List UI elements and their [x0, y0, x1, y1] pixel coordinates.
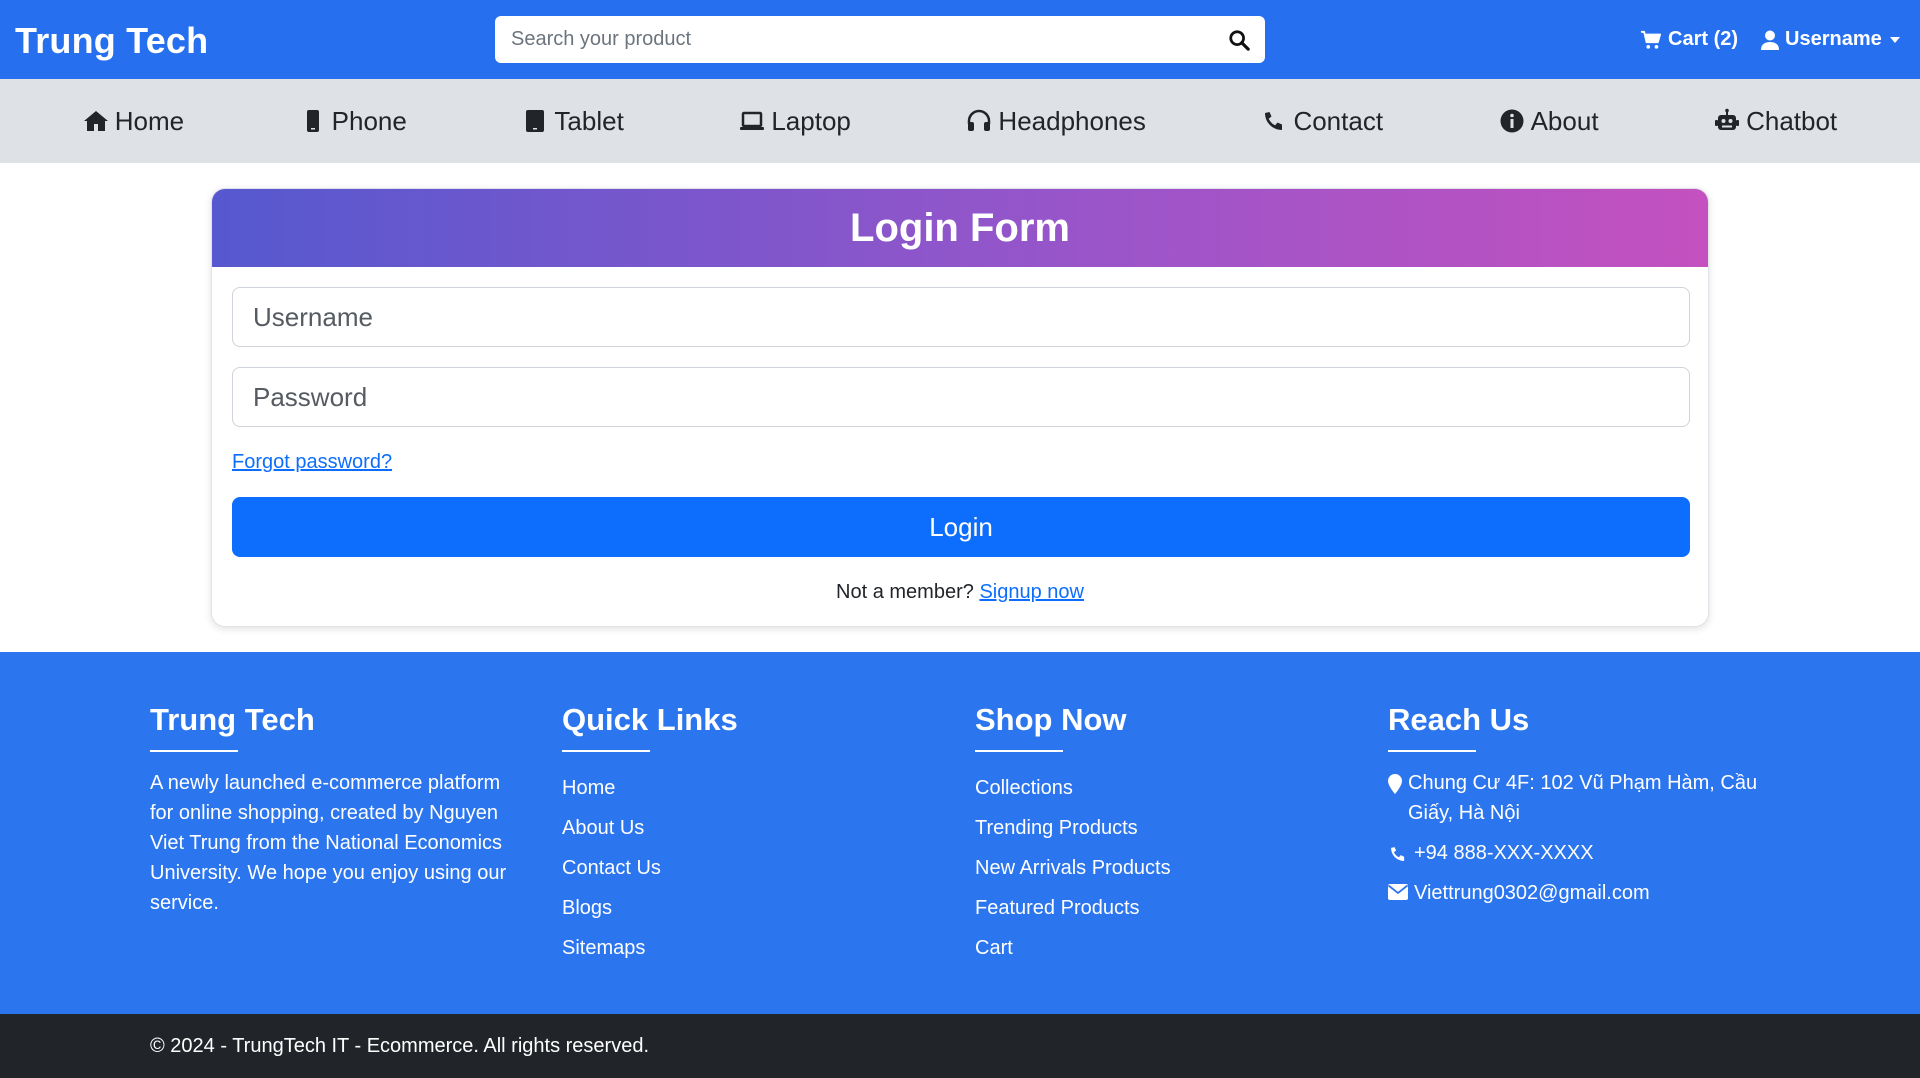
footer-link-trending-products[interactable]: Trending Products	[975, 808, 1345, 848]
cart-link[interactable]: Cart (2)	[1640, 28, 1738, 51]
footer-quick-links: Quick Links Home About Us Contact Us Blo…	[562, 702, 932, 968]
footer-shop-now: Shop Now Collections Trending Products N…	[975, 702, 1345, 968]
envelope-icon	[1388, 884, 1408, 900]
nav-item-label: Tablet	[554, 105, 624, 136]
map-marker-icon	[1388, 774, 1402, 794]
footer-shop-now-title: Shop Now	[975, 702, 1127, 737]
footer-link-featured-products[interactable]: Featured Products	[975, 888, 1345, 928]
headphones-icon	[968, 109, 991, 131]
signup-link[interactable]: Signup now	[979, 581, 1084, 603]
nav-item-phone[interactable]: Phone	[300, 106, 407, 137]
footer-link-blogs[interactable]: Blogs	[562, 888, 932, 928]
nav-item-chatbot[interactable]: Chatbot	[1714, 106, 1837, 137]
divider	[975, 750, 1063, 752]
footer-phone: +94 888-XXX-XXXX	[1388, 838, 1768, 868]
password-field[interactable]	[232, 367, 1690, 427]
divider	[1388, 750, 1476, 752]
nav-item-label: Contact	[1293, 105, 1384, 136]
footer-address-text: Chung Cư 4F: 102 Vũ Phạm Hàm, Cầu Giấy, …	[1408, 772, 1758, 824]
nav-item-label: Home	[114, 105, 185, 136]
footer-about-title: Trung Tech	[150, 702, 315, 737]
username-field[interactable]	[232, 287, 1690, 347]
footer-phone-text: +94 888-XXX-XXXX	[1414, 842, 1594, 864]
nav-item-label: Chatbot	[1746, 105, 1838, 136]
chevron-down-icon	[1889, 36, 1900, 43]
nav-item-label: Phone	[331, 105, 407, 136]
nav-item-label: Headphones	[998, 105, 1146, 136]
footer-about-text: A newly launched e-commerce platform for…	[150, 772, 507, 914]
nav-item-contact[interactable]: Contact	[1261, 106, 1383, 137]
search-bar	[495, 16, 1265, 63]
member-text: Not a member?	[836, 581, 974, 603]
footer: Trung Tech A newly launched e-commerce p…	[0, 652, 1920, 1014]
footer-link-new-arrivals[interactable]: New Arrivals Products	[975, 848, 1345, 888]
cart-icon	[1641, 30, 1661, 49]
nav-item-home[interactable]: Home	[83, 106, 184, 137]
nav-item-headphones[interactable]: Headphones	[966, 105, 1146, 137]
nav-item-label: Laptop	[771, 105, 851, 136]
footer-link-contact-us[interactable]: Contact Us	[562, 848, 932, 888]
footer-link-home[interactable]: Home	[562, 768, 932, 808]
user-icon	[1761, 30, 1779, 50]
top-header: Trung Tech Cart (2) Username	[0, 0, 1920, 79]
footer-link-cart[interactable]: Cart	[975, 928, 1345, 968]
nav-item-tablet[interactable]: Tablet	[522, 105, 624, 137]
footer-email-text: Viettrung0302@gmail.com	[1414, 882, 1650, 904]
phone-handset-icon	[1265, 112, 1283, 130]
footer-link-collections[interactable]: Collections	[975, 768, 1345, 808]
phone-icon	[306, 110, 319, 132]
footer-link-about-us[interactable]: About Us	[562, 808, 932, 848]
footer-email: Viettrung0302@gmail.com	[1388, 878, 1768, 908]
tablet-icon	[526, 110, 545, 132]
phone-handset-icon	[1391, 847, 1405, 861]
footer-reach-us: Reach Us Chung Cư 4F: 102 Vũ Phạm Hàm, C…	[1388, 702, 1768, 918]
forgot-password-link[interactable]: Forgot password?	[232, 451, 392, 474]
footer-about: Trung Tech A newly launched e-commerce p…	[150, 702, 515, 918]
category-nav: Home Phone Tablet Laptop Headphones Cont…	[0, 79, 1920, 163]
search-input[interactable]	[495, 16, 1213, 63]
info-icon	[1500, 109, 1524, 133]
copyright-bar: © 2024 - TrungTech IT - Ecommerce. All r…	[0, 1014, 1920, 1078]
search-icon	[1229, 29, 1250, 51]
cart-label: Cart (2)	[1668, 28, 1739, 50]
footer-reach-us-title: Reach Us	[1388, 702, 1530, 737]
user-menu[interactable]: Username	[1761, 28, 1900, 51]
footer-link-sitemaps[interactable]: Sitemaps	[562, 928, 932, 968]
copyright-text: © 2024 - TrungTech IT - Ecommerce. All r…	[150, 1034, 650, 1057]
login-card-header: Login Form	[212, 189, 1708, 267]
home-icon	[83, 111, 108, 131]
nav-item-laptop[interactable]: Laptop	[739, 106, 851, 137]
username-label: Username	[1785, 28, 1882, 50]
footer-address: Chung Cư 4F: 102 Vũ Phạm Hàm, Cầu Giấy, …	[1388, 768, 1768, 828]
signup-prompt: Not a member? Signup now	[212, 581, 1708, 604]
nav-item-about[interactable]: About	[1499, 106, 1599, 137]
search-button[interactable]	[1213, 16, 1265, 63]
login-card: Login Form Forgot password? Login Not a …	[211, 188, 1709, 627]
footer-quick-links-title: Quick Links	[562, 702, 738, 737]
divider	[150, 750, 238, 752]
login-button[interactable]: Login	[232, 497, 1690, 557]
robot-icon	[1715, 108, 1740, 130]
login-title: Login Form	[850, 205, 1070, 250]
nav-item-label: About	[1530, 105, 1599, 136]
divider	[562, 750, 650, 752]
laptop-icon	[740, 111, 765, 130]
brand-logo[interactable]: Trung Tech	[15, 20, 208, 62]
